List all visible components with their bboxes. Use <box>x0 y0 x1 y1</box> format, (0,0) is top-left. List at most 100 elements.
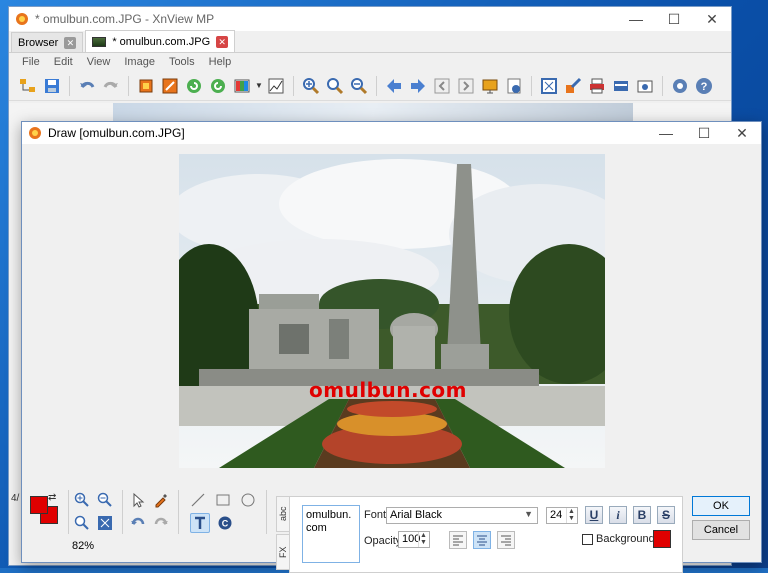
last-page-button[interactable] <box>455 75 477 97</box>
rectangle-tool[interactable] <box>213 490 233 510</box>
image-canvas[interactable]: omulbun.com <box>179 154 605 468</box>
zoom-fit-button[interactable] <box>324 75 346 97</box>
align-right-button[interactable] <box>497 531 515 549</box>
undo-tool[interactable] <box>128 513 148 533</box>
next-button[interactable] <box>407 75 429 97</box>
zoom-out-tool[interactable] <box>95 490 115 510</box>
tab-label: Browser <box>18 36 59 49</box>
watermark-tool[interactable]: C <box>215 513 235 533</box>
resize-button[interactable] <box>159 75 181 97</box>
text-icon <box>195 516 205 529</box>
background-checkbox[interactable] <box>582 534 593 545</box>
tab-text[interactable]: abc <box>276 496 290 532</box>
maximize-button[interactable]: ☐ <box>655 7 693 31</box>
overlay-text-preview[interactable]: omulbun.com <box>309 378 467 402</box>
behind-image-strip <box>113 103 633 123</box>
help-icon: ? <box>695 77 712 94</box>
align-center-button[interactable] <box>473 531 491 549</box>
first-page-button[interactable] <box>431 75 453 97</box>
slideshow-button[interactable] <box>479 75 501 97</box>
zoom-actual-tool[interactable] <box>72 513 92 533</box>
previous-button[interactable] <box>383 75 405 97</box>
redo-button[interactable] <box>100 75 122 97</box>
crop-button[interactable] <box>135 75 157 97</box>
chevron-down-icon[interactable]: ▼ <box>255 81 263 90</box>
underline-button[interactable]: U <box>585 506 603 524</box>
open-browser-button[interactable] <box>17 75 39 97</box>
font-select[interactable]: Arial Black ▼ <box>386 507 538 524</box>
bold-button[interactable]: B <box>633 506 651 524</box>
line-tool[interactable] <box>188 490 208 510</box>
tab-close-icon[interactable]: ✕ <box>64 36 77 49</box>
ellipse-tool[interactable] <box>238 490 258 510</box>
rotate-right-button[interactable] <box>207 75 229 97</box>
adjust-button[interactable] <box>231 75 253 97</box>
tab-image[interactable]: * omulbun.com.JPG ✕ <box>85 30 236 52</box>
info-button[interactable] <box>503 75 525 97</box>
minimize-icon: — <box>629 11 643 27</box>
spinner-arrows-icon[interactable]: ▲ ▼ <box>418 532 428 547</box>
tool-separator <box>122 490 123 534</box>
draw-dialog-title: Draw [omulbun.com.JPG] <box>48 126 185 140</box>
zoom-in-button[interactable] <box>300 75 322 97</box>
zoom-out-icon <box>97 492 112 507</box>
minimize-button[interactable]: — <box>647 121 685 145</box>
swap-colors-icon[interactable]: ⇄ <box>48 492 56 503</box>
maximize-button[interactable]: ☐ <box>685 121 723 145</box>
spinner-arrows-icon[interactable]: ▲ ▼ <box>566 508 576 523</box>
arrow-left-icon <box>386 78 401 93</box>
menu-view[interactable]: View <box>80 56 118 68</box>
draw-button[interactable] <box>562 75 584 97</box>
pointer-icon <box>133 492 145 508</box>
background-color-button[interactable] <box>653 530 671 548</box>
minimize-button[interactable]: — <box>617 7 655 31</box>
align-left-button[interactable] <box>449 531 467 549</box>
zoom-in-tool[interactable] <box>72 490 92 510</box>
menu-tools[interactable]: Tools <box>162 56 202 68</box>
opacity-spinner[interactable]: 100 ▲ ▼ <box>398 531 430 548</box>
color-picker-tool[interactable] <box>151 490 171 510</box>
close-button[interactable]: ✕ <box>723 121 761 145</box>
strikethrough-button[interactable]: S <box>657 506 675 524</box>
menu-file[interactable]: File <box>15 56 47 68</box>
italic-button[interactable]: i <box>609 506 627 524</box>
rotate-right-icon <box>211 78 225 93</box>
rotate-left-button[interactable] <box>183 75 205 97</box>
tab-browser[interactable]: Browser ✕ <box>11 32 84 52</box>
capture-button[interactable] <box>634 75 656 97</box>
cancel-button[interactable]: Cancel <box>692 520 750 540</box>
zoom-fit-icon <box>326 77 343 94</box>
select-tool[interactable] <box>128 490 148 510</box>
scan-button[interactable] <box>610 75 632 97</box>
close-button[interactable]: ✕ <box>693 7 731 31</box>
foreground-color-swatch[interactable] <box>30 496 48 514</box>
close-icon: ✕ <box>706 10 718 27</box>
text-tool[interactable] <box>190 513 210 533</box>
settings-button[interactable] <box>669 75 691 97</box>
fullscreen-button[interactable] <box>538 75 560 97</box>
eyedropper-icon <box>155 494 167 508</box>
draw-body: omulbun.com ⇄ 82% C abc FX omulbun.com F… <box>22 144 761 573</box>
maximize-icon: ☐ <box>667 10 681 27</box>
toolbar-separator <box>661 75 663 96</box>
help-button[interactable]: ? <box>693 75 715 97</box>
align-left-icon <box>453 535 463 546</box>
redo-tool[interactable] <box>151 513 171 533</box>
text-input[interactable]: omulbun.com <box>302 505 360 563</box>
zoom-out-button[interactable] <box>348 75 370 97</box>
ok-button[interactable]: OK <box>692 496 750 516</box>
levels-button[interactable] <box>265 75 287 97</box>
menu-help[interactable]: Help <box>202 56 239 68</box>
main-window-title: * omulbun.com.JPG - XnView MP <box>35 12 215 26</box>
font-size-spinner[interactable]: 24 ▲ ▼ <box>546 507 578 524</box>
print-button[interactable] <box>586 75 608 97</box>
tab-close-icon[interactable]: ✕ <box>216 35 229 48</box>
undo-button[interactable] <box>76 75 98 97</box>
photo-monument <box>179 154 605 468</box>
save-button[interactable] <box>41 75 63 97</box>
line-icon <box>191 493 205 507</box>
menu-edit[interactable]: Edit <box>47 56 80 68</box>
tab-effects[interactable]: FX <box>276 534 290 570</box>
fit-window-tool[interactable] <box>95 513 115 533</box>
menu-image[interactable]: Image <box>117 56 162 68</box>
